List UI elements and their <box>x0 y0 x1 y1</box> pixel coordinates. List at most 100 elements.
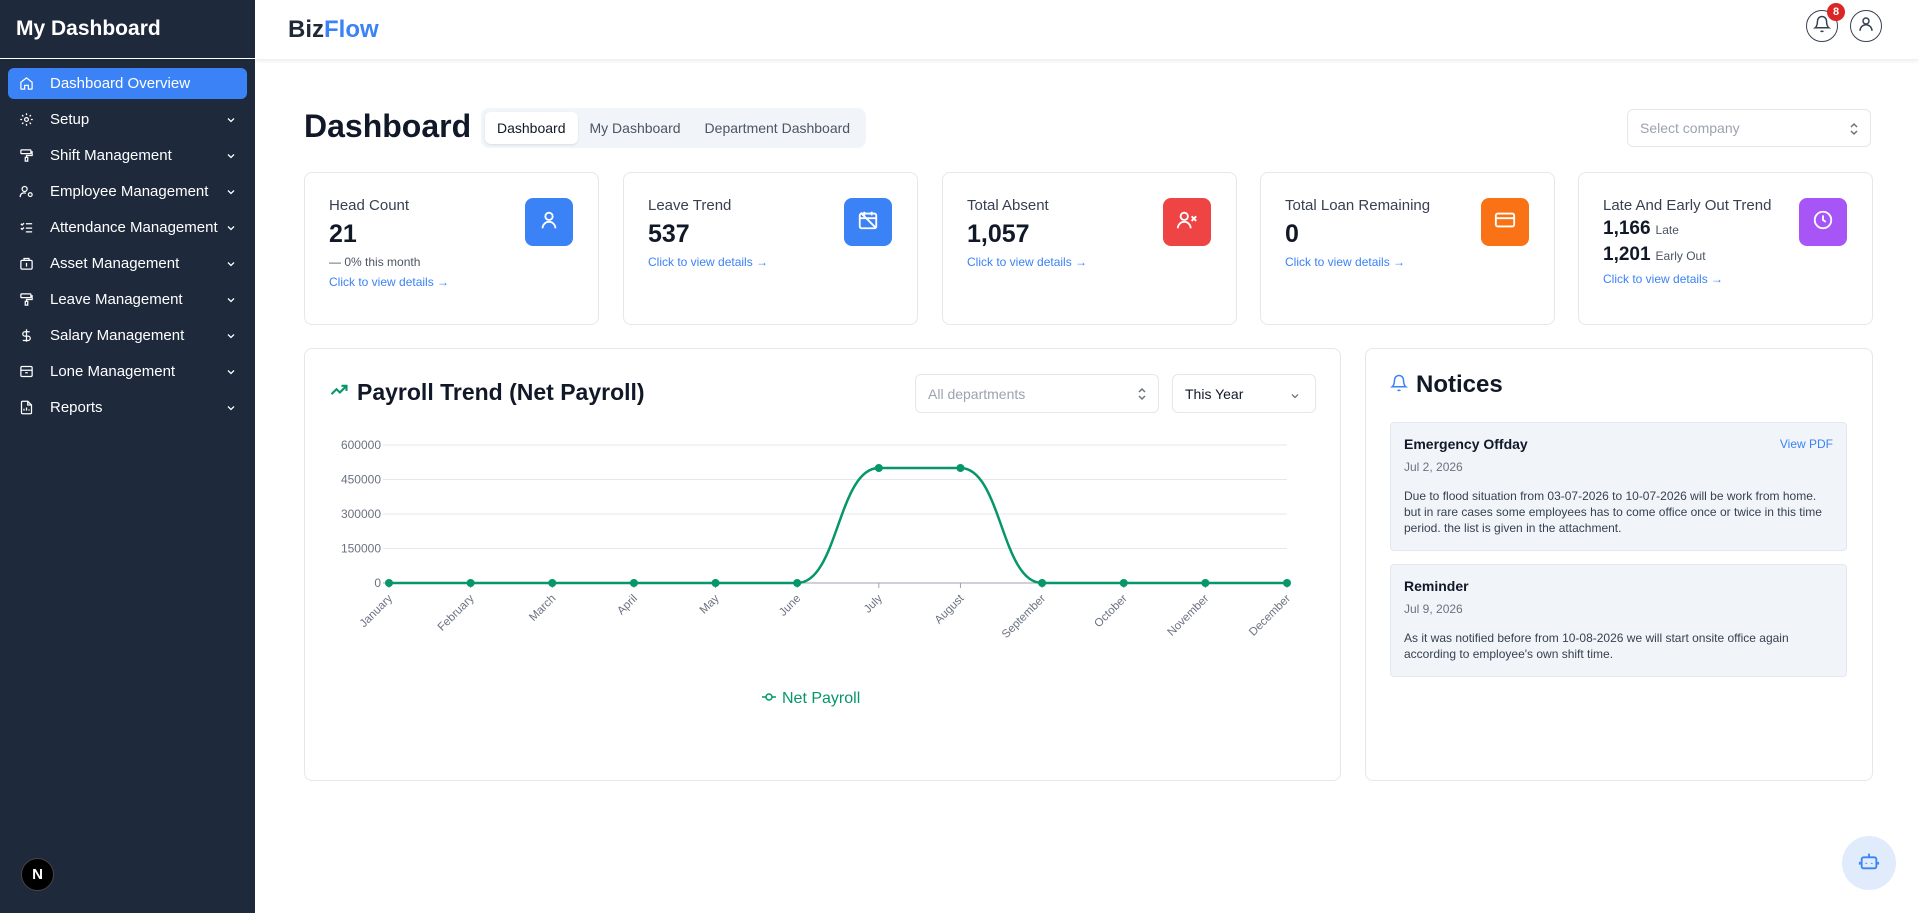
card-icon-box <box>1481 198 1529 246</box>
view-details-link[interactable]: Click to view details → <box>967 255 1236 269</box>
sidebar-item-label: Attendance Management <box>50 219 218 236</box>
sidebar-item-dashboard-overview[interactable]: Dashboard Overview <box>8 68 247 99</box>
card-icon-box <box>844 198 892 246</box>
notice-item[interactable]: Reminder Jul 9, 2026 As it was notified … <box>1390 564 1847 677</box>
sidebar-item-label: Leave Management <box>50 291 183 308</box>
view-pdf-link[interactable]: View PDF <box>1780 437 1833 451</box>
minus-icon: — <box>329 255 345 269</box>
x-tick-label: July <box>862 592 885 615</box>
view-details-link[interactable]: Click to view details → <box>648 255 917 269</box>
sidebar: My Dashboard Dashboard Overview Setup Sh… <box>0 0 255 913</box>
data-point <box>1201 579 1210 587</box>
tab-department-dashboard[interactable]: Department Dashboard <box>693 112 863 144</box>
calendar-off-icon <box>857 209 879 236</box>
data-point <box>548 579 557 587</box>
data-point <box>711 579 720 587</box>
company-select-placeholder: Select company <box>1640 120 1740 136</box>
view-details-link[interactable]: Click to view details → <box>1603 272 1872 286</box>
list-check-icon <box>18 220 34 236</box>
sidebar-title: My Dashboard <box>0 0 255 59</box>
notice-date: Jul 2, 2026 <box>1404 460 1463 474</box>
gear-icon <box>18 112 34 128</box>
notice-item[interactable]: Emergency Offday Jul 2, 2026 Due to floo… <box>1390 422 1847 551</box>
dollar-icon <box>18 328 34 344</box>
notice-title: Emergency Offday <box>1404 436 1528 452</box>
tab-my-dashboard[interactable]: My Dashboard <box>578 112 693 144</box>
y-tick-label: 150000 <box>341 542 381 556</box>
roller-icon <box>18 292 34 308</box>
chevron-down-icon <box>225 330 237 342</box>
data-point <box>385 579 393 587</box>
leave-trend-card[interactable]: Leave Trend 537 Click to view details → <box>623 172 918 325</box>
user-cog-icon <box>18 184 34 200</box>
card-icon-box <box>1163 198 1211 246</box>
early-row: 1,201 Early Out <box>1603 244 1872 266</box>
brand-part-2: Flow <box>324 15 379 43</box>
company-select[interactable]: Select company <box>1627 109 1871 147</box>
sidebar-item-setup[interactable]: Setup <box>8 104 247 135</box>
sidebar-item-label: Lone Management <box>50 363 176 380</box>
sidebar-item-employee-management[interactable]: Employee Management <box>8 176 247 207</box>
tab-dashboard[interactable]: Dashboard <box>485 112 578 144</box>
sidebar-item-attendance-management[interactable]: Attendance Management <box>8 212 247 243</box>
profile-button[interactable] <box>1850 10 1882 42</box>
chevron-down-icon <box>225 150 237 162</box>
topbar: BizFlow 8 <box>255 0 1919 59</box>
notice-body: As it was notified before from 10-08-202… <box>1404 631 1789 661</box>
headcount-card[interactable]: Head Count 21 — 0% this month Click to v… <box>304 172 599 325</box>
user-x-icon <box>1176 209 1198 236</box>
chevron-down-icon <box>225 114 237 126</box>
data-point <box>1119 579 1128 587</box>
notice-date: Jul 9, 2026 <box>1404 602 1463 616</box>
payroll-trend-panel: Payroll Trend (Net Payroll) All departme… <box>304 348 1341 781</box>
chevron-down-icon <box>225 258 237 270</box>
sidebar-item-asset-management[interactable]: Asset Management <box>8 248 247 279</box>
x-tick-label: January <box>358 592 396 630</box>
archive-icon <box>18 364 34 380</box>
sidebar-item-reports[interactable]: Reports <box>8 392 247 423</box>
notifications-button[interactable]: 8 <box>1806 3 1845 42</box>
chevron-down-icon <box>225 294 237 306</box>
credit-card-icon <box>1494 209 1516 236</box>
sidebar-item-label: Dashboard Overview <box>50 75 191 92</box>
notices-title-text: Notices <box>1416 371 1503 398</box>
y-tick-label: 600000 <box>341 438 381 452</box>
view-details-link[interactable]: Click to view details → <box>1285 255 1554 269</box>
data-point <box>793 579 802 587</box>
dashboard-tabs: Dashboard My Dashboard Department Dashbo… <box>481 108 867 148</box>
total-absent-card[interactable]: Total Absent 1,057 Click to view details… <box>942 172 1237 325</box>
data-point <box>1283 579 1291 587</box>
x-tick-label: March <box>527 593 558 624</box>
chevron-down-icon <box>225 222 237 234</box>
report-icon <box>18 400 34 416</box>
legend-marker-dot <box>765 693 773 701</box>
sidebar-item-salary-management[interactable]: Salary Management <box>8 320 247 351</box>
brand-logo[interactable]: BizFlow <box>288 16 379 44</box>
chatbot-button[interactable] <box>1842 836 1896 890</box>
notice-title: Reminder <box>1404 578 1469 594</box>
payroll-line-chart[interactable]: 600000 450000 300000 150000 0 January February… <box>305 349 1340 780</box>
sidebar-item-leave-management[interactable]: Leave Management <box>8 284 247 315</box>
card-sub: — 0% this month <box>329 255 598 269</box>
n-logo-badge[interactable]: N <box>21 858 54 891</box>
user-icon <box>538 209 560 236</box>
view-details-link[interactable]: Click to view details → <box>329 275 598 289</box>
series-line-net-payroll <box>389 466 1287 585</box>
total-loan-card[interactable]: Total Loan Remaining 0 Click to view det… <box>1260 172 1555 325</box>
page-title: Dashboard <box>304 108 472 144</box>
clock-icon <box>1812 209 1834 236</box>
data-point <box>956 464 965 472</box>
sidebar-item-shift-management[interactable]: Shift Management <box>8 140 247 171</box>
late-early-card[interactable]: Late And Early Out Trend 1,166 Late 1,20… <box>1578 172 1873 325</box>
x-tick-label: May <box>698 592 722 616</box>
data-point <box>874 464 883 472</box>
early-value: 1,201 <box>1603 244 1651 265</box>
x-tick-label: August <box>933 592 967 626</box>
card-icon-box <box>1799 198 1847 246</box>
bell-icon <box>1389 371 1409 399</box>
late-value: 1,166 <box>1603 218 1651 239</box>
bot-icon <box>1858 850 1880 877</box>
data-point <box>1038 579 1047 587</box>
sidebar-item-lone-management[interactable]: Lone Management <box>8 356 247 387</box>
late-label: Late <box>1655 223 1679 237</box>
